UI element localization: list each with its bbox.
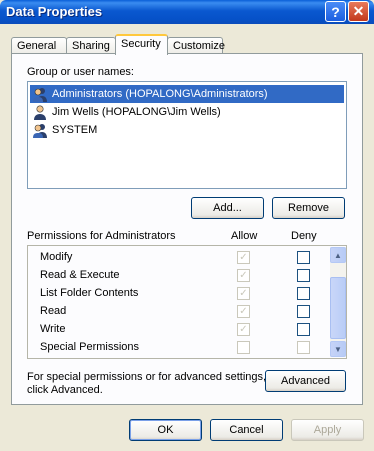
user-list[interactable]: Administrators (HOPALONG\Administrators)… bbox=[27, 81, 347, 189]
allow-checkbox[interactable]: ✓ bbox=[237, 251, 250, 264]
chevron-up-icon: ▲ bbox=[334, 250, 342, 260]
button-label: Cancel bbox=[229, 424, 264, 436]
chevron-down-icon: ▼ bbox=[334, 344, 342, 354]
permission-name: Special Permissions bbox=[40, 341, 140, 353]
tab-label: General bbox=[17, 40, 57, 52]
button-label: Add... bbox=[213, 202, 242, 214]
permission-name: Modify bbox=[40, 251, 73, 263]
title-bar[interactable]: Data Properties ? ✕ bbox=[0, 0, 374, 24]
deny-checkbox[interactable] bbox=[297, 287, 310, 300]
permission-name: Read & Execute bbox=[40, 269, 120, 281]
button-label: Advanced bbox=[281, 375, 330, 387]
deny-checkbox[interactable] bbox=[297, 341, 310, 354]
allow-checkbox[interactable] bbox=[237, 341, 250, 354]
deny-checkbox[interactable] bbox=[297, 323, 310, 336]
user-icon bbox=[34, 105, 46, 120]
apply-button[interactable]: Apply bbox=[291, 419, 364, 441]
scroll-down-button[interactable]: ▼ bbox=[330, 341, 346, 357]
permission-name: Read bbox=[40, 305, 67, 317]
list-item-jim-wells[interactable]: Jim Wells (HOPALONG\Jim Wells) bbox=[30, 103, 344, 121]
button-label: OK bbox=[157, 424, 174, 436]
permissions-scrollbar[interactable]: ▲ ▼ bbox=[330, 247, 346, 357]
close-button[interactable]: ✕ bbox=[348, 1, 369, 22]
deny-checkbox[interactable] bbox=[297, 305, 310, 318]
button-label: Remove bbox=[288, 202, 329, 214]
permission-row-write: Write ✓ bbox=[28, 321, 328, 339]
help-icon: ? bbox=[331, 3, 340, 20]
user-name: Jim Wells (HOPALONG\Jim Wells) bbox=[52, 106, 221, 118]
permission-row-list-folder-contents: List Folder Contents ✓ bbox=[28, 285, 328, 303]
deny-checkbox[interactable] bbox=[297, 269, 310, 282]
user-name: Administrators (HOPALONG\Administrators) bbox=[52, 88, 268, 100]
close-icon: ✕ bbox=[352, 3, 365, 19]
allow-checkbox[interactable]: ✓ bbox=[237, 287, 250, 300]
users-group-icon bbox=[33, 124, 47, 138]
cancel-button[interactable]: Cancel bbox=[210, 419, 283, 441]
scroll-thumb[interactable] bbox=[330, 277, 346, 339]
button-label: Apply bbox=[313, 424, 342, 436]
ok-button[interactable]: OK bbox=[129, 419, 202, 441]
tab-label: Customize bbox=[173, 40, 225, 52]
advanced-note-line2: click Advanced. bbox=[27, 384, 103, 396]
deny-header: Deny bbox=[291, 230, 317, 242]
allow-checkbox[interactable]: ✓ bbox=[237, 305, 250, 318]
allow-header: Allow bbox=[231, 230, 258, 242]
allow-checkbox[interactable]: ✓ bbox=[237, 269, 250, 282]
tab-label: Security bbox=[121, 38, 161, 50]
permission-row-modify: Modify ✓ bbox=[28, 249, 328, 267]
permission-name: List Folder Contents bbox=[40, 287, 139, 299]
window-title: Data Properties bbox=[6, 4, 103, 19]
permission-name: Write bbox=[40, 323, 66, 335]
permissions-header: Permissions for Administrators bbox=[27, 230, 176, 242]
help-button[interactable]: ? bbox=[325, 1, 346, 22]
group-label: Group or user names: bbox=[27, 66, 134, 78]
permission-row-read: Read ✓ bbox=[28, 303, 328, 321]
remove-button[interactable]: Remove bbox=[272, 197, 345, 219]
list-item-system[interactable]: SYSTEM bbox=[30, 121, 344, 139]
advanced-note-line1: For special permissions or for advanced … bbox=[27, 371, 267, 383]
user-name: SYSTEM bbox=[52, 124, 98, 136]
allow-checkbox[interactable]: ✓ bbox=[237, 323, 250, 336]
list-item-administrators[interactable]: Administrators (HOPALONG\Administrators) bbox=[30, 85, 344, 103]
tab-label: Sharing bbox=[72, 40, 110, 52]
deny-checkbox[interactable] bbox=[297, 251, 310, 264]
advanced-button[interactable]: Advanced bbox=[265, 370, 346, 392]
tab-security[interactable]: Security bbox=[115, 34, 168, 55]
scroll-up-button[interactable]: ▲ bbox=[330, 247, 346, 263]
properties-dialog: Data Properties ? ✕ General Sharing Secu… bbox=[0, 0, 374, 451]
permissions-list: Modify ✓ Read & Execute ✓ List Folder Co… bbox=[27, 245, 347, 359]
permission-row-special-permissions: Special Permissions bbox=[28, 339, 328, 357]
users-group-icon bbox=[33, 88, 47, 102]
permission-row-read-execute: Read & Execute ✓ bbox=[28, 267, 328, 285]
add-button[interactable]: Add... bbox=[191, 197, 264, 219]
